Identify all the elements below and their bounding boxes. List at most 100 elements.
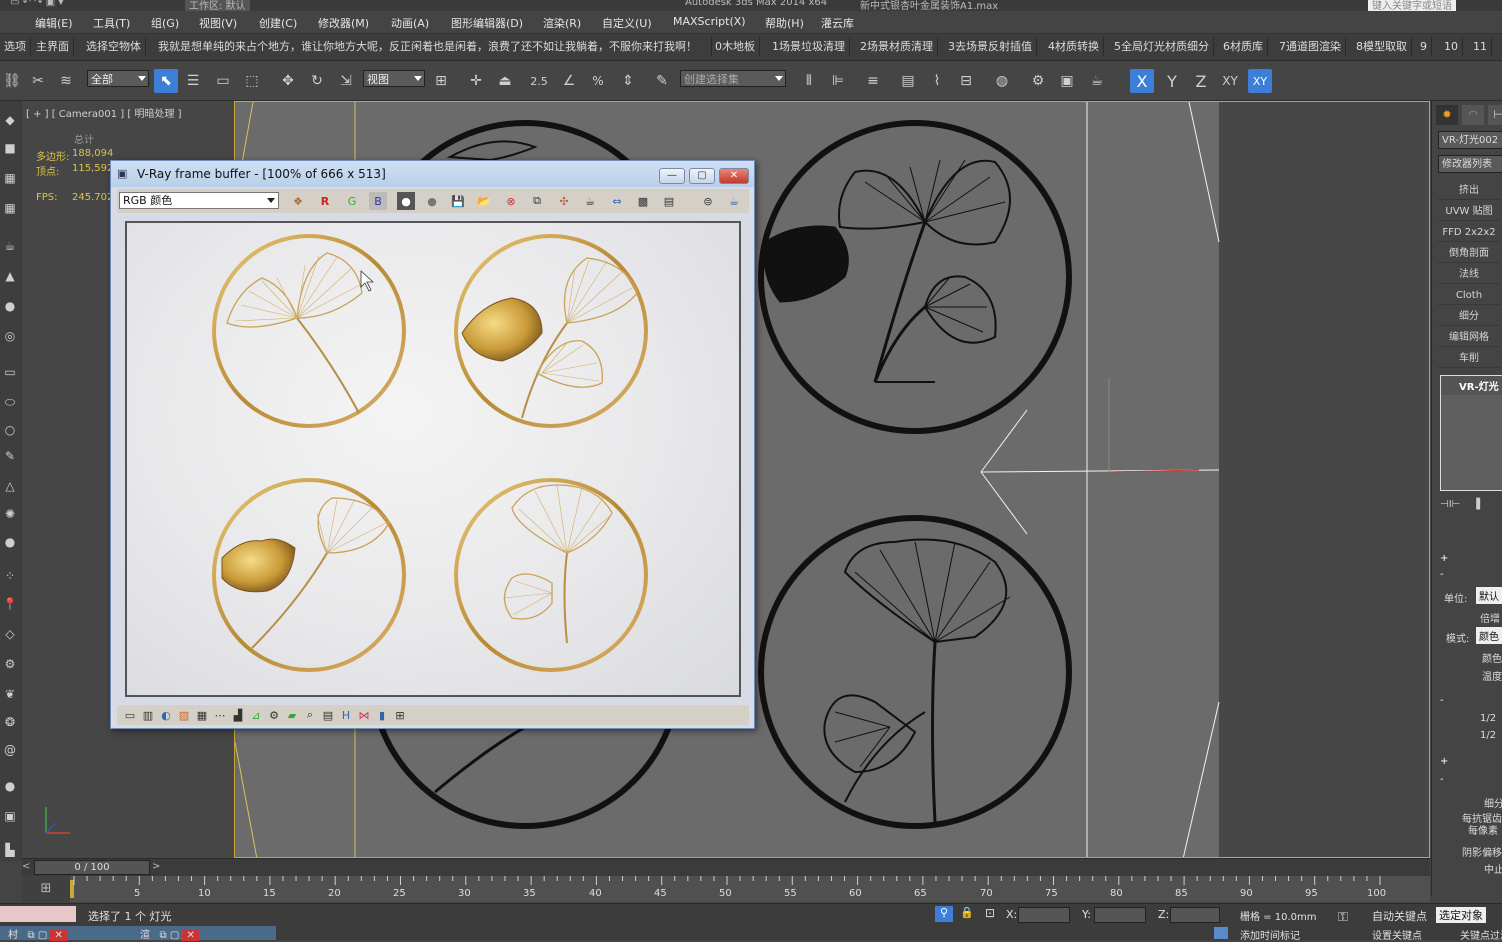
angle-snap-icon[interactable]: ∠ bbox=[557, 69, 581, 93]
vfb-clear-icon[interactable]: ⊗ bbox=[502, 192, 520, 210]
plant-icon[interactable]: ❦ bbox=[1, 685, 19, 703]
vfb-maximize-button[interactable]: ▢ bbox=[689, 168, 715, 184]
vfb-flip-icon[interactable]: ⋈ bbox=[355, 706, 373, 724]
z-coord-input[interactable] bbox=[1170, 907, 1220, 923]
menu-create[interactable]: 创建(C) bbox=[259, 15, 297, 31]
teapot-icon[interactable]: ☕ bbox=[1, 237, 19, 255]
reference-coord-select[interactable]: 视图 bbox=[363, 70, 425, 87]
grid2-icon[interactable]: ▦ bbox=[1, 199, 19, 217]
vfb-lut-icon[interactable]: ▦ bbox=[193, 706, 211, 724]
shortcut-main-ui[interactable]: 主界面 bbox=[32, 37, 74, 56]
scale-icon[interactable]: ⇲ bbox=[334, 69, 358, 93]
manipulate-icon[interactable]: ✛ bbox=[464, 69, 488, 93]
render-production-icon[interactable]: ☕ bbox=[1085, 69, 1109, 93]
object-name-field[interactable]: VR-灯光002 bbox=[1438, 131, 1502, 149]
selection-filter-select[interactable]: 全部 bbox=[87, 70, 149, 87]
frame-counter[interactable]: 0 / 100 bbox=[34, 860, 150, 875]
vfb-minimize-button[interactable]: — bbox=[659, 168, 685, 184]
set-key-button[interactable]: 设置关键点 bbox=[1372, 927, 1422, 942]
vfb-pixel-aspect-icon[interactable]: ▤ bbox=[319, 706, 337, 724]
viewport-label[interactable]: [ + ] [ Camera001 ] [ 明暗处理 ] bbox=[26, 105, 182, 120]
box-icon[interactable]: ■ bbox=[1, 139, 19, 157]
move-icon[interactable]: ✥ bbox=[276, 69, 300, 93]
vfb-levels-icon[interactable]: ▥ bbox=[139, 706, 157, 724]
pin-icon[interactable]: 📍 bbox=[1, 595, 19, 613]
modifier-list-select[interactable]: 修改器列表 bbox=[1438, 155, 1502, 173]
snap-toggle-icon[interactable]: 2.5 bbox=[527, 69, 551, 93]
geosphere-icon[interactable]: ○ bbox=[1, 421, 19, 439]
time-next-icon[interactable]: > bbox=[152, 861, 162, 875]
shortcut-material-library[interactable]: 6材质库 bbox=[1219, 37, 1268, 56]
vfb-duplicate-icon[interactable]: ⧉ bbox=[528, 192, 546, 210]
vfb-stereo-icon[interactable]: ▮ bbox=[373, 706, 391, 724]
shell-icon[interactable]: ❂ bbox=[1, 713, 19, 731]
shortcut-wood-floor[interactable]: 0木地板 bbox=[711, 37, 760, 56]
stack-tools-icon[interactable]: ⊣I⊢ ▌ bbox=[1440, 499, 1502, 513]
modify-tab-icon[interactable]: ◠ bbox=[1462, 105, 1484, 125]
keyboard-shortcut-icon[interactable]: ⏏ bbox=[493, 69, 517, 93]
vfb-ocio-icon[interactable]: ⌕ bbox=[301, 706, 319, 724]
vfb-track-mouse-icon[interactable]: ✣ bbox=[555, 192, 573, 210]
modifier-stack[interactable]: VR-灯光 bbox=[1440, 375, 1502, 491]
menu-tools[interactable]: 工具(T) bbox=[93, 15, 130, 31]
menu-guanyun-library[interactable]: 灌云库 bbox=[821, 15, 854, 31]
key-mode-select[interactable]: 选定对象 bbox=[1436, 907, 1486, 923]
vfb-alpha-icon[interactable]: ● bbox=[397, 192, 415, 210]
workspace-selector[interactable]: 工作区: 默认 bbox=[185, 0, 250, 11]
time-slider[interactable]: < 0 / 100 > bbox=[22, 858, 1430, 877]
modifier-subdivide-button[interactable]: 细分 bbox=[1438, 308, 1500, 326]
wireframe-icon[interactable]: ◇ bbox=[1, 625, 19, 643]
unlink-icon[interactable]: ✂ bbox=[26, 69, 50, 93]
vfb-h-icon[interactable]: H bbox=[337, 706, 355, 724]
edit-named-sets-icon[interactable]: ✎ bbox=[650, 69, 674, 93]
chart-icon[interactable]: ▙ bbox=[1, 841, 19, 859]
unit-select[interactable]: 默认 bbox=[1476, 587, 1502, 604]
search-input[interactable]: 键入关键字或短语 bbox=[1368, 0, 1456, 11]
modifier-ffd-button[interactable]: FFD 2x2x2 bbox=[1438, 224, 1500, 242]
spinner-snap-icon[interactable]: ⇕ bbox=[616, 69, 640, 93]
ball-icon[interactable]: ● bbox=[1, 777, 19, 795]
shortcut-model-pick[interactable]: 8模型取取 bbox=[1352, 37, 1412, 56]
shape-icon[interactable]: ✎ bbox=[1, 447, 19, 465]
modifier-normal-button[interactable]: 法线 bbox=[1438, 266, 1500, 284]
vfb-history-icon[interactable]: ▤ bbox=[660, 192, 678, 210]
select-object-icon[interactable]: ⬉ bbox=[154, 69, 178, 93]
vfb-settings-icon[interactable]: ⚙ bbox=[265, 706, 283, 724]
vfb-color-icon[interactable]: ❖ bbox=[289, 192, 307, 210]
vfb-stamp-icon[interactable]: ⊜ bbox=[699, 192, 717, 210]
cone-icon[interactable]: ▲ bbox=[1, 267, 19, 285]
menu-graph-editors[interactable]: 图形编辑器(D) bbox=[451, 15, 523, 31]
modifier-cloth-button[interactable]: Cloth bbox=[1438, 287, 1500, 305]
shortcut-material-cleanup[interactable]: 2场景材质清理 bbox=[856, 37, 938, 56]
mode-select[interactable]: 颜色 bbox=[1476, 627, 1502, 644]
auto-key-button[interactable]: 自动关键点 bbox=[1372, 908, 1427, 924]
schematic-view-icon[interactable]: ⊟ bbox=[954, 69, 978, 93]
modifier-bevel-profile-button[interactable]: 倒角剖面 bbox=[1438, 245, 1500, 263]
menu-customize[interactable]: 自定义(U) bbox=[602, 15, 652, 31]
menu-modifiers[interactable]: 修改器(M) bbox=[318, 15, 369, 31]
modifier-edit-mesh-button[interactable]: 编辑网格 bbox=[1438, 329, 1500, 347]
shortcut-material-convert[interactable]: 4材质转换 bbox=[1044, 37, 1104, 56]
stack-item-vray-light[interactable]: VR-灯光 bbox=[1441, 376, 1502, 395]
vfb-icc-icon[interactable]: ⋯ bbox=[211, 706, 229, 724]
vfb-channel-select[interactable]: RGB 颜色 bbox=[119, 192, 279, 209]
maxscript-listener-mini[interactable] bbox=[0, 906, 76, 922]
axis-xy-button[interactable]: XY bbox=[1218, 69, 1242, 93]
shortcut-placeholder-text[interactable]: 我就是想单纯的来占个地方，谁让你地方大呢，反正闲着也是闲着，浪费了还不如让我躺着… bbox=[154, 37, 712, 56]
menu-animation[interactable]: 动画(A) bbox=[391, 15, 429, 31]
key-icon[interactable]: ⚿ bbox=[1338, 910, 1362, 926]
spiral-icon[interactable]: @ bbox=[1, 741, 19, 759]
isolate-selection-icon[interactable]: ⚲ bbox=[935, 906, 953, 922]
shortcut-9[interactable]: 9 bbox=[1416, 37, 1432, 56]
vfb-curve-icon[interactable]: ▨ bbox=[175, 706, 193, 724]
vfb-compare-icon[interactable]: ▩ bbox=[634, 192, 652, 210]
vfb-exposure-icon[interactable]: ◐ bbox=[157, 706, 175, 724]
mirror-icon[interactable]: ⫴ bbox=[797, 69, 821, 93]
vfb-region-icon[interactable]: ☕ bbox=[581, 192, 599, 210]
layer-manager-icon[interactable]: ≡ bbox=[861, 69, 885, 93]
vfb-green-channel-button[interactable]: G bbox=[343, 192, 361, 210]
sphere2-icon[interactable]: ● bbox=[1, 533, 19, 551]
vfb-save-icon[interactable]: 💾 bbox=[449, 192, 467, 210]
sun-icon[interactable]: ✺ bbox=[1, 505, 19, 523]
menu-help[interactable]: 帮助(H) bbox=[765, 15, 804, 31]
